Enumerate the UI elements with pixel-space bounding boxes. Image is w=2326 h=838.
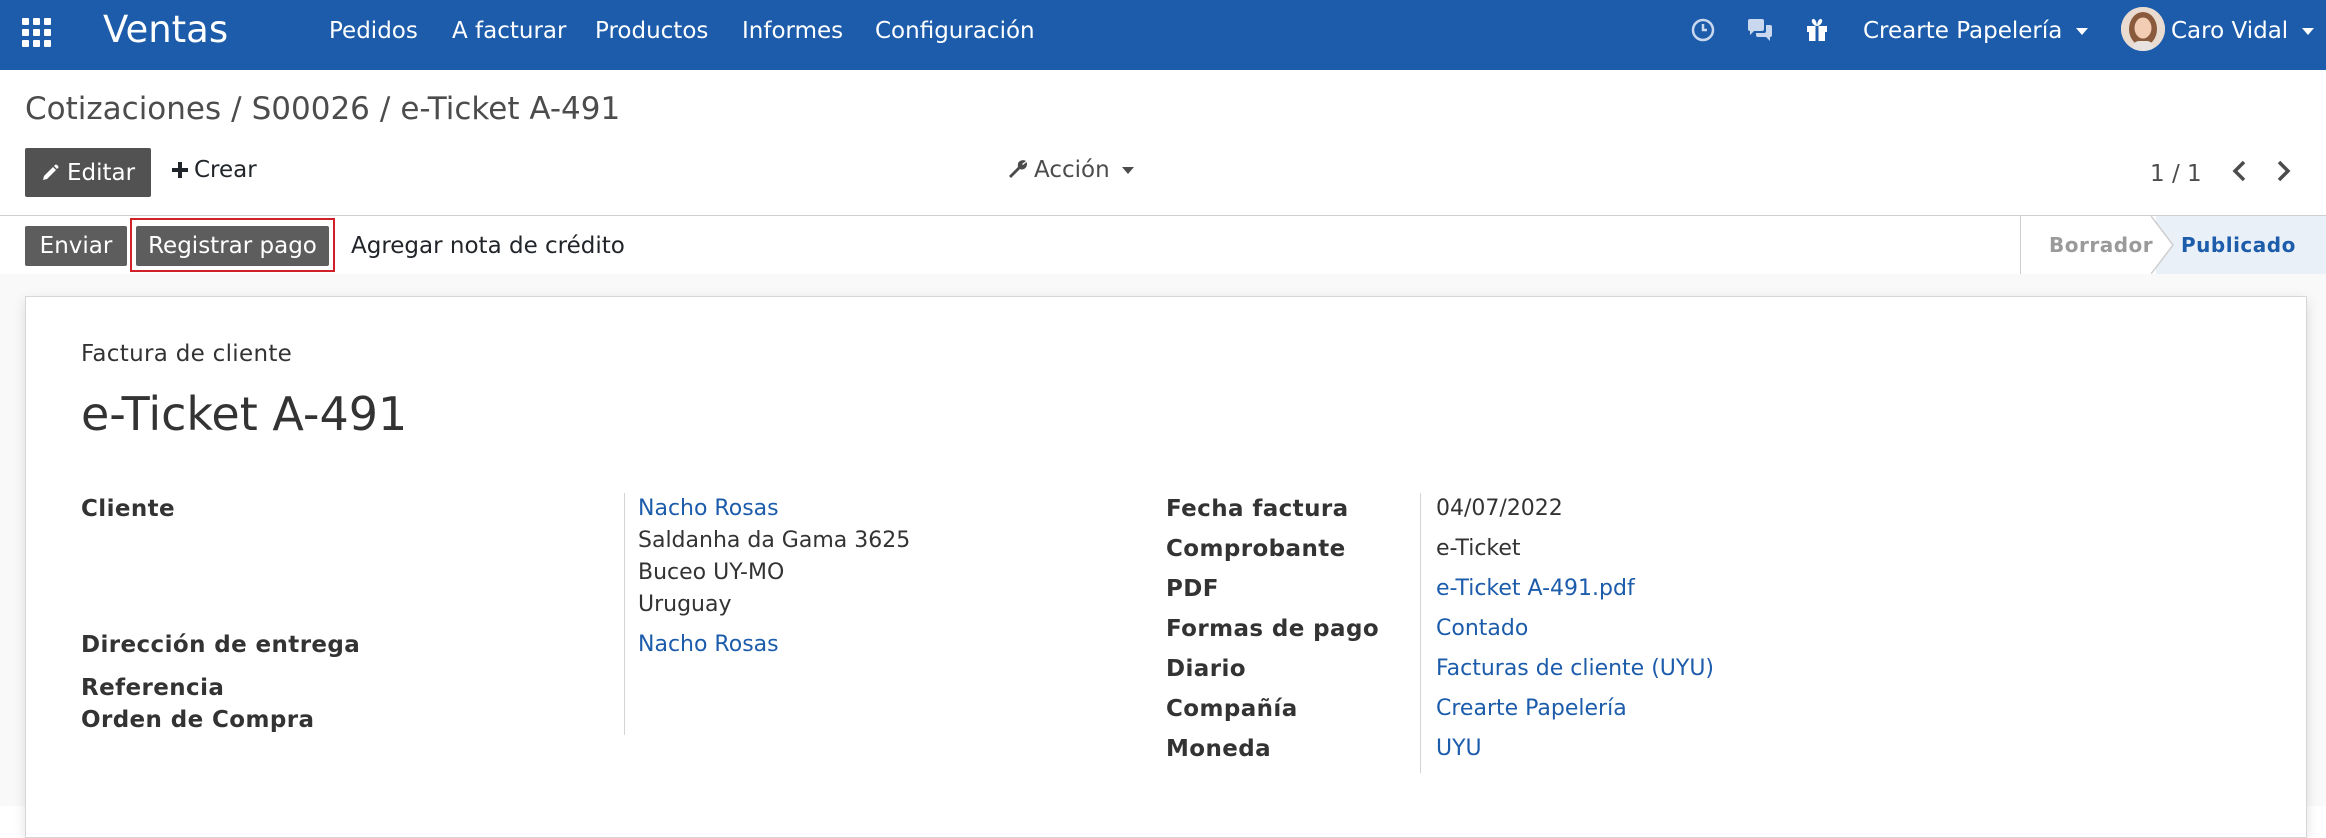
breadcrumb: Cotizaciones / S00026/e-Ticket A-491	[25, 90, 620, 128]
pdf-label: PDF	[1166, 576, 1219, 602]
breadcrumb-separator: /	[231, 91, 242, 127]
menu-configuracion[interactable]: Configuración	[875, 17, 1035, 45]
address-line: Uruguay	[638, 592, 732, 617]
fecha-factura-label: Fecha factura	[1166, 496, 1349, 522]
pager-previous-icon[interactable]	[2225, 154, 2255, 188]
chat-icon[interactable]	[1744, 14, 1776, 46]
diario-label: Diario	[1166, 656, 1246, 682]
formas-pago-label: Formas de pago	[1166, 616, 1380, 642]
gift-icon[interactable]	[1801, 14, 1833, 46]
address-line: Buceo UY-MO	[638, 560, 785, 585]
company-switcher[interactable]: Crearte Papelería	[1863, 17, 2089, 45]
menu-informes[interactable]: Informes	[742, 17, 843, 45]
comprobante-label: Comprobante	[1166, 536, 1346, 562]
user-name: Caro Vidal	[2171, 18, 2289, 44]
pager-next-icon[interactable]	[2268, 154, 2298, 188]
stage-borrador[interactable]: Borrador	[2049, 216, 2153, 274]
create-button[interactable]: Crear	[172, 156, 257, 184]
fecha-factura-value: 04/07/2022	[1436, 496, 1563, 521]
referencia-label: Referencia	[81, 675, 225, 701]
pencil-icon	[42, 164, 59, 180]
orden-compra-label: Orden de Compra	[81, 707, 315, 733]
company-name: Crearte Papelería	[1863, 18, 2063, 44]
pdf-link[interactable]: e-Ticket A-491.pdf	[1436, 575, 1635, 603]
action-label: Acción	[1034, 157, 1110, 183]
stage-arrow-icon	[2151, 216, 2174, 274]
moneda-label: Moneda	[1166, 736, 1272, 762]
chevron-down-icon	[1121, 167, 1134, 174]
app-brand[interactable]: Ventas	[103, 6, 228, 54]
document-type: Factura de cliente	[81, 341, 293, 367]
create-label: Crear	[194, 157, 257, 183]
address-line: Saldanha da Gama 3625	[638, 528, 911, 553]
menu-a-facturar[interactable]: A facturar	[452, 17, 566, 45]
wrench-icon	[1009, 160, 1028, 178]
breadcrumb-item-order[interactable]: S00026	[252, 91, 370, 127]
edit-label: Editar	[66, 159, 136, 186]
chevron-down-icon	[2302, 28, 2315, 35]
add-credit-note-button[interactable]: Agregar nota de crédito	[351, 232, 625, 260]
cliente-link[interactable]: Nacho Rosas	[638, 495, 779, 523]
breadcrumb-item-cotizaciones[interactable]: Cotizaciones	[25, 91, 221, 127]
diario-link[interactable]: Facturas de cliente (UYU)	[1436, 655, 1714, 683]
compania-label: Compañía	[1166, 696, 1298, 722]
comprobante-value: e-Ticket	[1436, 536, 1521, 561]
menu-pedidos[interactable]: Pedidos	[329, 17, 418, 45]
apps-grid-icon[interactable]	[22, 18, 52, 48]
stage-publicado[interactable]: Publicado	[2181, 216, 2326, 274]
plus-icon	[172, 162, 188, 178]
breadcrumb-separator: /	[379, 91, 391, 127]
direccion-entrega-link[interactable]: Nacho Rosas	[638, 631, 779, 659]
top-navbar: Ventas Pedidos A facturar Productos Info…	[0, 0, 2326, 70]
moneda-link[interactable]: UYU	[1436, 735, 1482, 763]
edit-button[interactable]: Editar	[25, 148, 151, 197]
breadcrumb-item-current: e-Ticket A-491	[400, 91, 621, 127]
action-dropdown[interactable]: Acción	[1008, 156, 1134, 184]
direccion-entrega-label: Dirección de entrega	[81, 632, 361, 658]
statusbar: Enviar Registrar pago Agregar nota de cr…	[0, 215, 2326, 275]
left-group-divider	[624, 493, 625, 735]
compania-link[interactable]: Crearte Papelería	[1436, 695, 1627, 723]
user-menu[interactable]: Caro Vidal	[2171, 17, 2315, 45]
menu-productos[interactable]: Productos	[595, 17, 708, 45]
right-group-divider	[1420, 493, 1421, 773]
chevron-down-icon	[2076, 28, 2089, 35]
stage-selector: Borrador Publicado	[2020, 216, 2326, 274]
avatar[interactable]	[2121, 7, 2165, 51]
register-payment-button[interactable]: Registrar pago	[136, 226, 329, 266]
clock-icon[interactable]	[1687, 14, 1719, 46]
send-button[interactable]: Enviar	[25, 226, 127, 266]
pager-value[interactable]: 1 / 1	[2150, 160, 2202, 188]
document-name: e-Ticket A-491	[81, 387, 408, 441]
formas-pago-link[interactable]: Contado	[1436, 615, 1528, 643]
register-payment-label: Registrar pago	[148, 233, 317, 259]
send-label: Enviar	[39, 233, 113, 259]
cliente-label: Cliente	[81, 496, 176, 522]
